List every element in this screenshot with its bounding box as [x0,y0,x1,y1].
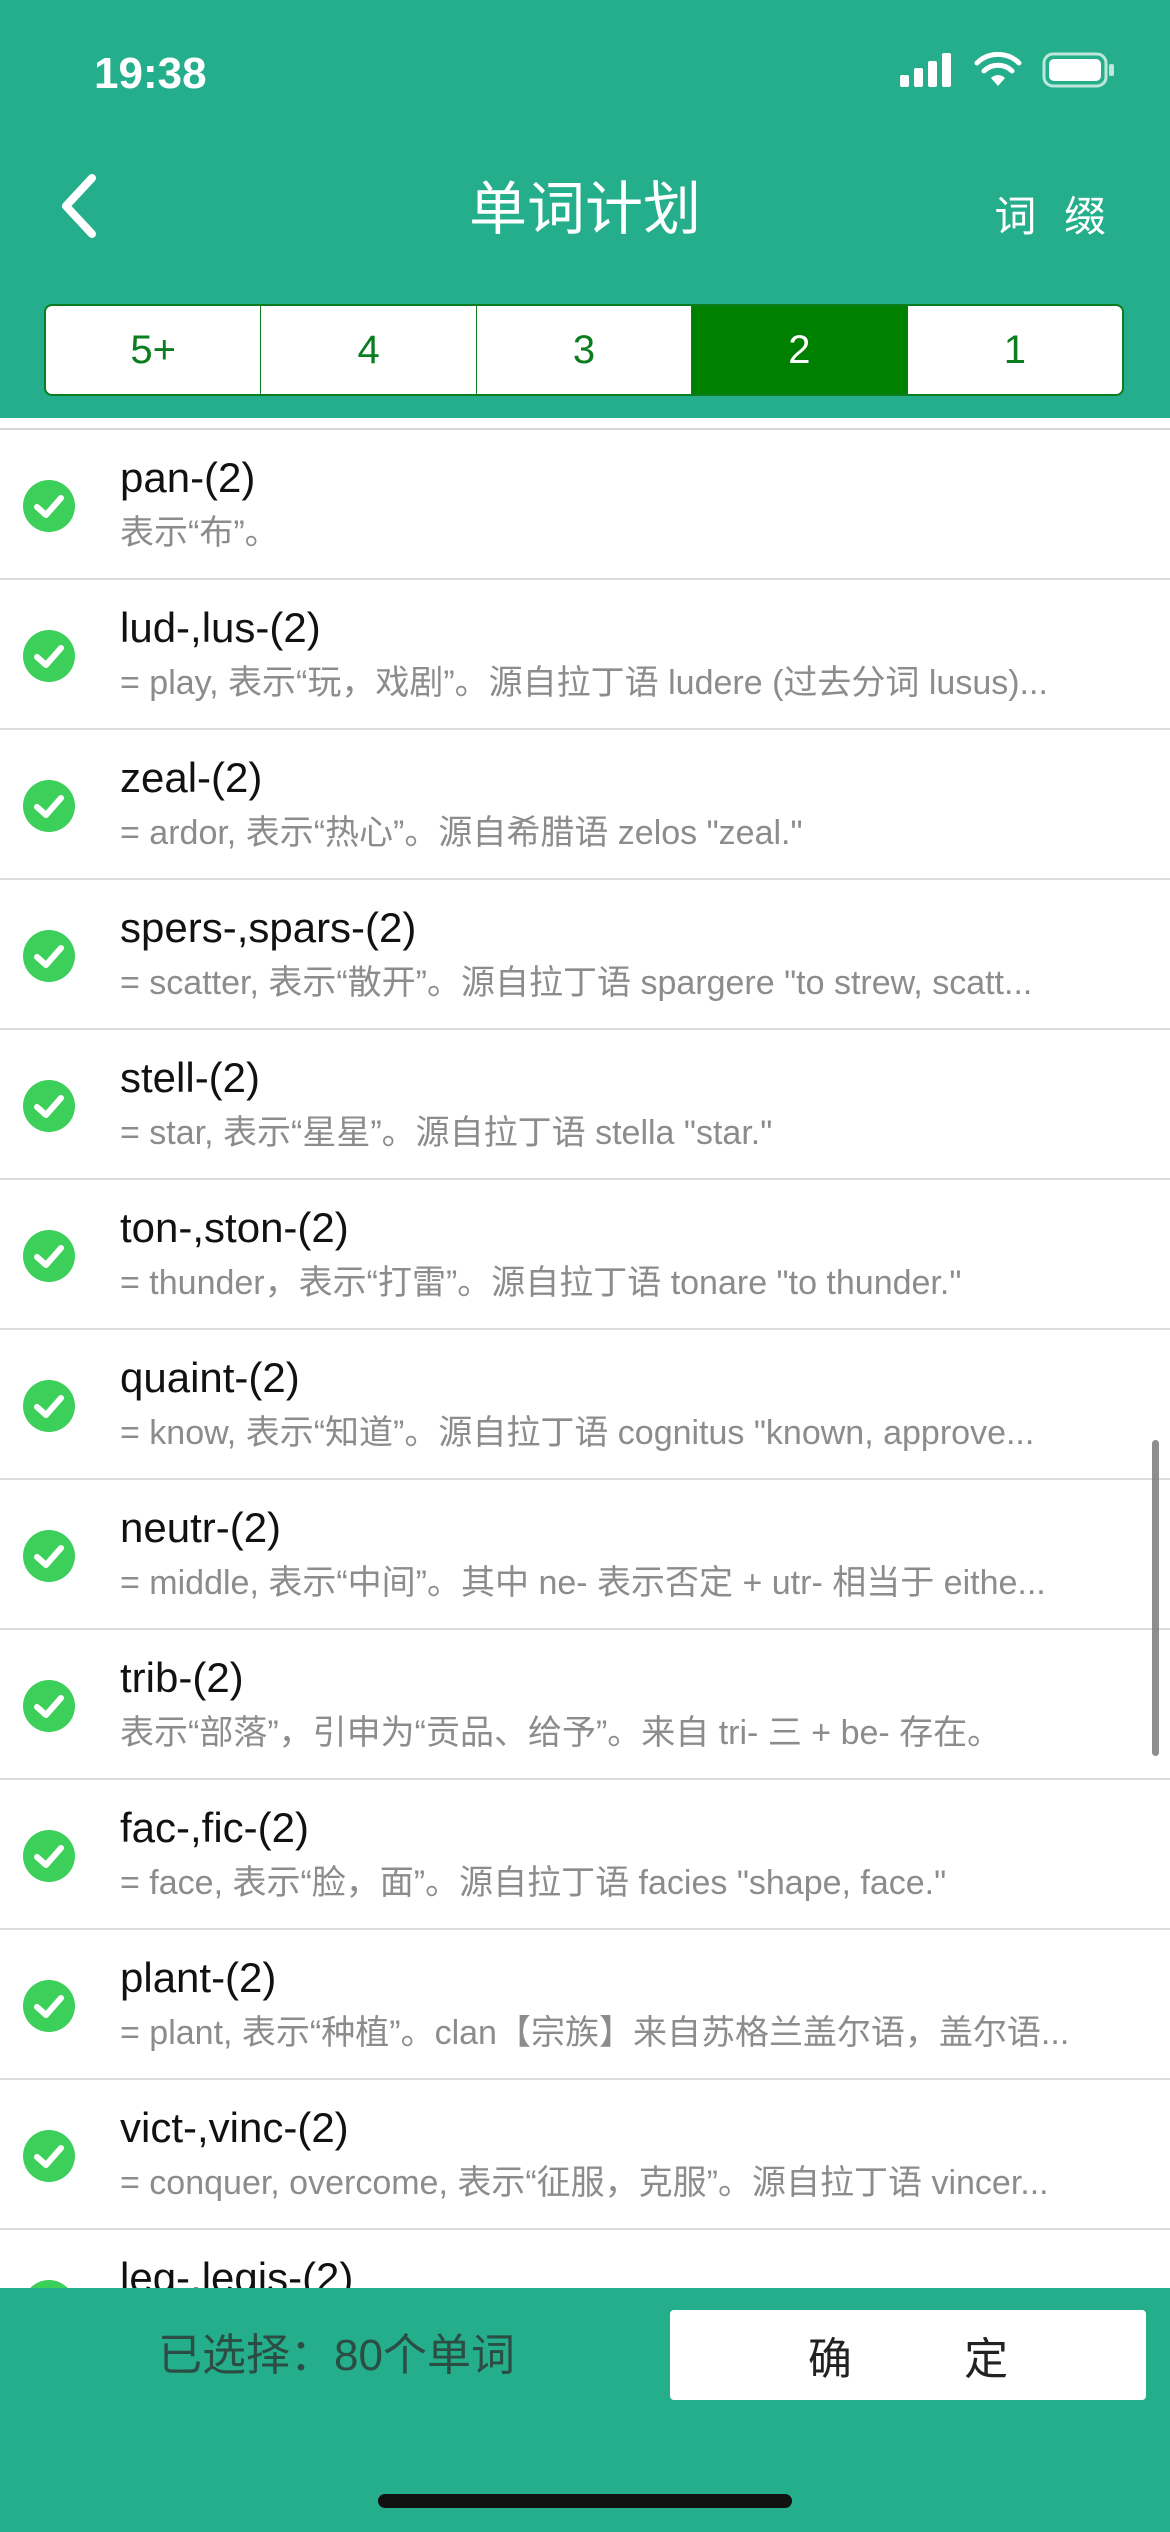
list-item[interactable]: pan-(2) 表示“布”。 [0,430,1170,580]
checkmark-circle-icon[interactable] [23,2280,75,2288]
item-word: plant-(2) [120,1954,277,2001]
list-item[interactable]: vict-,vinc-(2) = conquer, overcome, 表示“征… [0,2080,1170,2230]
segment-label: 2 [788,327,811,372]
item-word: lud-,lus-(2) [120,604,321,651]
item-word: zeal-(2) [120,754,263,801]
checkmark-circle-icon[interactable] [23,930,75,982]
list-item[interactable]: fac-,fic-(2) = face, 表示“脸，面”。源自拉丁语 facie… [0,1780,1170,1930]
segment-5plus[interactable]: 5+ [46,306,262,394]
wifi-icon [974,52,1022,86]
item-description: 表示“布”。 [120,514,279,552]
affix-list[interactable]: pan-(2) 表示“布”。 lud-,lus-(2) = play, 表示“玩… [0,418,1170,2288]
list-item[interactable]: stell-(2) = star, 表示“星星”。源自拉丁语 stella "s… [0,1030,1170,1180]
checkmark-circle-icon[interactable] [23,2130,75,2182]
item-description: 表示“部落”，引申为“贡品、给予”。来自 tri- 三 + be- 存在。 [120,1714,1002,1752]
scrollbar[interactable] [1152,1440,1159,1756]
affix-button[interactable]: 词 缀 [994,189,1114,245]
item-description: = ardor, 表示“热心”。源自希腊语 zelos "zeal." [120,814,803,852]
list-item[interactable]: trib-(2) 表示“部落”，引申为“贡品、给予”。来自 tri- 三 + b… [0,1630,1170,1780]
segment-label: 5+ [130,327,176,372]
item-word: fac-,fic-(2) [120,1804,309,1851]
item-description: = know, 表示“知道”。源自拉丁语 cognitus "known, ap… [120,1414,1035,1452]
segment-label: 4 [357,327,380,372]
item-description: = conquer, overcome, 表示“征服，克服”。源自拉丁语 vin… [120,2164,1049,2202]
segment-1[interactable]: 1 [908,306,1122,394]
item-word: quaint-(2) [120,1354,300,1401]
item-description: = star, 表示“星星”。源自拉丁语 stella "star." [120,1114,773,1152]
list-item[interactable]: lud-,lus-(2) = play, 表示“玩，戏剧”。源自拉丁语 lude… [0,580,1170,730]
item-word: stell-(2) [120,1054,261,1101]
checkmark-circle-icon[interactable] [23,1830,75,1882]
checkmark-circle-icon[interactable] [23,1380,75,1432]
checkmark-circle-icon[interactable] [23,1230,75,1282]
checkmark-circle-icon[interactable] [23,630,75,682]
checkmark-circle-icon[interactable] [23,1980,75,2032]
item-word: spers-,spars-(2) [120,904,417,951]
checkmark-circle-icon[interactable] [23,1080,75,1132]
list-item[interactable]: zeal-(2) = ardor, 表示“热心”。源自希腊语 zelos "ze… [0,730,1170,880]
confirm-button[interactable]: 确 定 [670,2310,1146,2400]
header: 19:38 单词计划 词 缀 5+ 4 3 2 1 [0,0,1170,418]
item-description: = plant, 表示“种植”。clan【宗族】来自苏格兰盖尔语，盖尔语... [120,2014,1070,2052]
item-word: vict-,vinc-(2) [120,2104,349,2151]
item-word: neutr-(2) [120,1504,282,1551]
item-description: = play, 表示“玩，戏剧”。源自拉丁语 ludere (过去分词 lusu… [120,664,1048,702]
segment-label: 1 [1003,327,1026,372]
list-item[interactable]: plant-(2) = plant, 表示“种植”。clan【宗族】来自苏格兰盖… [0,1930,1170,2080]
list-rows: pan-(2) 表示“布”。 lud-,lus-(2) = play, 表示“玩… [0,430,1170,2288]
signal-icon [900,53,951,87]
segment-2[interactable]: 2 [692,306,908,394]
item-word: ton-,ston-(2) [120,1204,349,1251]
segment-label: 3 [572,327,596,372]
item-description: = scatter, 表示“散开”。源自拉丁语 spargere "to str… [120,964,1033,1002]
item-word: trib-(2) [120,1654,244,1701]
item-word: leg-,legis-(2) [120,2254,354,2288]
list-item[interactable]: ton-,ston-(2) = thunder，表示“打雷”。源自拉丁语 ton… [0,1180,1170,1330]
item-word: pan-(2) [120,454,256,501]
battery-icon [1042,52,1114,88]
segment-3[interactable]: 3 [477,306,693,394]
status-time: 19:38 [94,49,207,98]
checkmark-circle-icon[interactable] [23,1680,75,1732]
selected-count: 已选择：80个单词 [158,2331,515,2380]
list-item[interactable]: neutr-(2) = middle, 表示“中间”。其中 ne- 表示否定 +… [0,1480,1170,1630]
status-icons [900,52,1116,88]
segment-4[interactable]: 4 [261,306,477,394]
list-item[interactable]: quaint-(2) = know, 表示“知道”。源自拉丁语 cognitus… [0,1330,1170,1480]
item-description: = face, 表示“脸，面”。源自拉丁语 facies "shape, fac… [120,1864,947,1902]
list-item[interactable]: leg-,legis-(2) [0,2230,1170,2288]
checkmark-circle-icon[interactable] [23,1530,75,1582]
level-segmented-control: 5+ 4 3 2 1 [44,304,1124,396]
checkmark-circle-icon[interactable] [23,480,75,532]
home-indicator [378,2494,792,2508]
list-item[interactable]: spers-,spars-(2) = scatter, 表示“散开”。源自拉丁语… [0,880,1170,1030]
item-description: = thunder，表示“打雷”。源自拉丁语 tonare "to thunde… [120,1264,962,1302]
checkmark-circle-icon[interactable] [23,780,75,832]
item-description: = middle, 表示“中间”。其中 ne- 表示否定 + utr- 相当于 … [120,1564,1046,1602]
